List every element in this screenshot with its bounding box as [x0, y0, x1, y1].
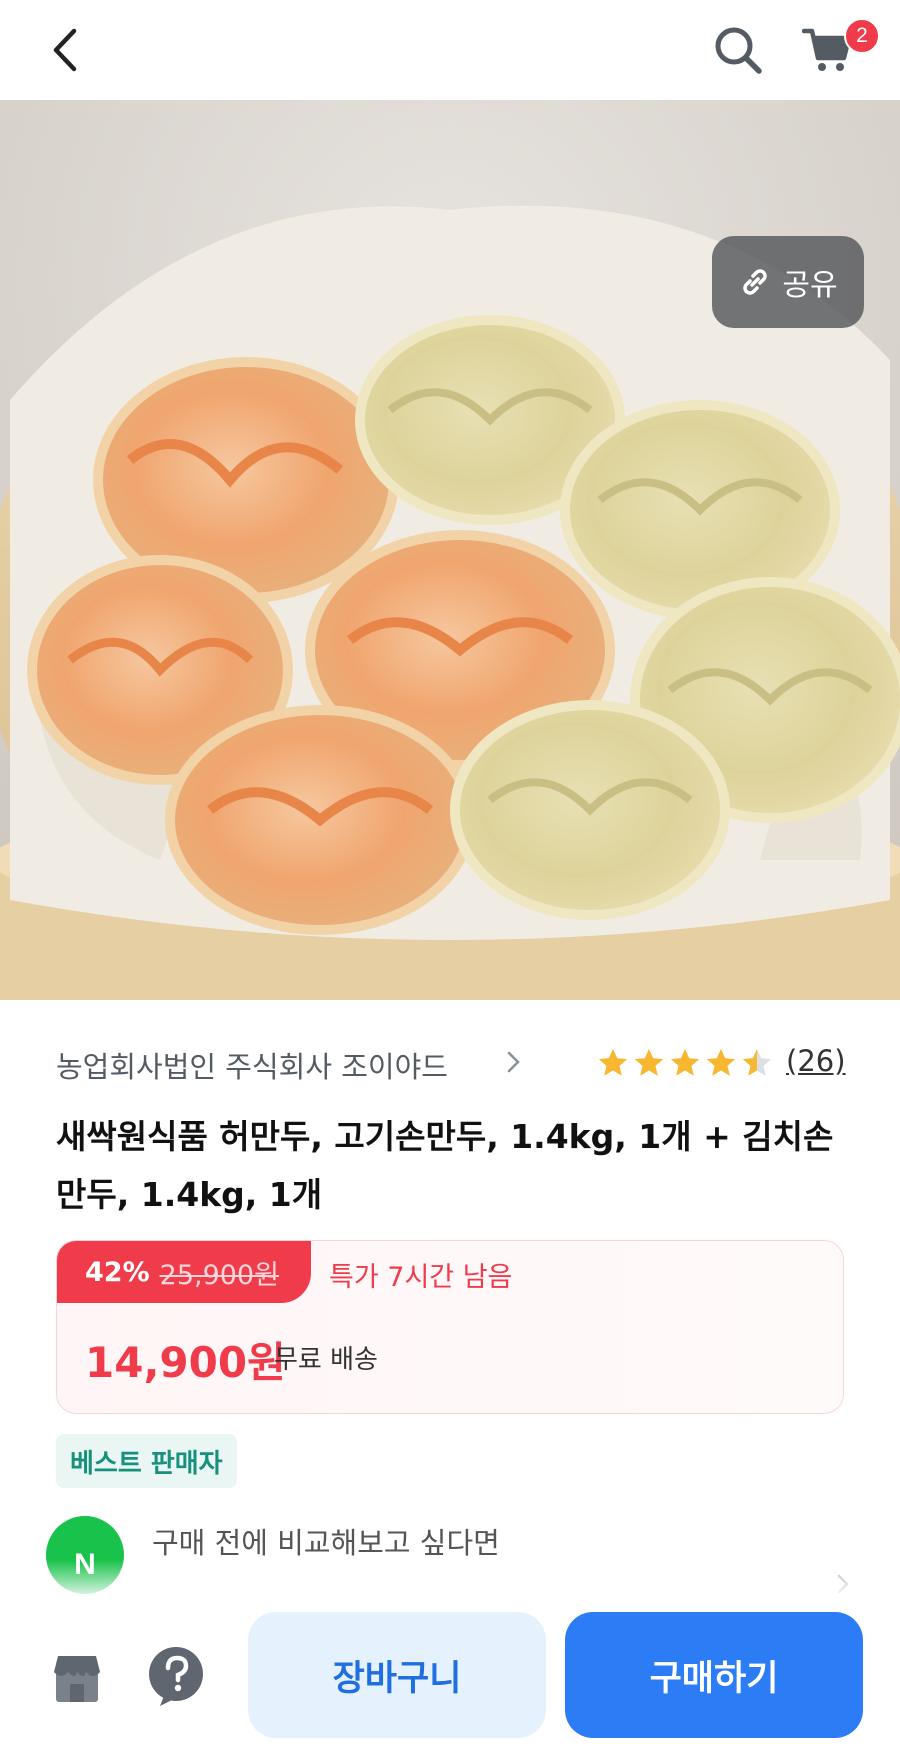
compare-text: 구매 전에 비교해보고 싶다면: [152, 1526, 500, 1560]
dumplings-photo: [0, 100, 900, 1000]
store-button[interactable]: [48, 1650, 106, 1708]
search-button[interactable]: [708, 20, 768, 80]
price-box: 42% 25,900원 특가 7시간 남음 14,900원 무료 배송: [56, 1240, 844, 1414]
star-full-icon: [598, 1048, 628, 1076]
discount-tag: 42% 25,900원: [57, 1241, 311, 1303]
best-seller-badge: 베스트 판매자: [56, 1434, 237, 1488]
chevron-right-icon[interactable]: [506, 1048, 522, 1076]
search-icon: [715, 27, 762, 74]
buy-now-button[interactable]: 구매하기: [565, 1612, 863, 1738]
original-price: 25,900원: [159, 1259, 279, 1291]
top-app-bar: 2: [0, 0, 900, 100]
question-icon: [149, 1647, 203, 1706]
dumpling-orange-4: [165, 705, 475, 935]
add-to-cart-button[interactable]: 장바구니: [248, 1612, 546, 1738]
link-icon: [743, 269, 768, 295]
discount-rate: 42%: [85, 1256, 150, 1288]
sale-price: 14,900원: [85, 1338, 286, 1387]
seller-name-link[interactable]: 농업회사법인 주식회사 조이야드: [56, 1044, 448, 1086]
star-full-icon: [670, 1048, 700, 1076]
share-label: 공유: [782, 268, 838, 303]
deal-timer: 특가 7시간 남음: [329, 1262, 513, 1293]
star-full-icon: [634, 1048, 664, 1076]
bottom-action-bar: 장바구니 구매하기: [0, 1600, 900, 1761]
back-button[interactable]: [40, 22, 90, 78]
cart-count-badge: 2: [844, 18, 880, 54]
shipping-info: 무료 배송: [274, 1345, 378, 1375]
cart-button[interactable]: 2: [800, 18, 880, 80]
share-button[interactable]: 공유: [712, 236, 864, 328]
product-title: 새싹원식품 허만두, 고기손만두, 1.4kg, 1개 + 김치손만두, 1.4…: [56, 1117, 834, 1214]
star-full-icon: [706, 1048, 736, 1076]
store-icon: [54, 1656, 100, 1702]
star-half-icon: [742, 1048, 772, 1076]
product-image[interactable]: 공유: [0, 100, 900, 1000]
review-count-link[interactable]: (26): [786, 1044, 846, 1078]
chevron-left-icon: [53, 28, 77, 72]
star-rating: [596, 1046, 774, 1080]
seller-rating-row: 농업회사법인 주식회사 조이야드 (26): [56, 1044, 856, 1088]
dumpling-pale-4: [450, 700, 730, 920]
help-button[interactable]: [146, 1644, 210, 1708]
